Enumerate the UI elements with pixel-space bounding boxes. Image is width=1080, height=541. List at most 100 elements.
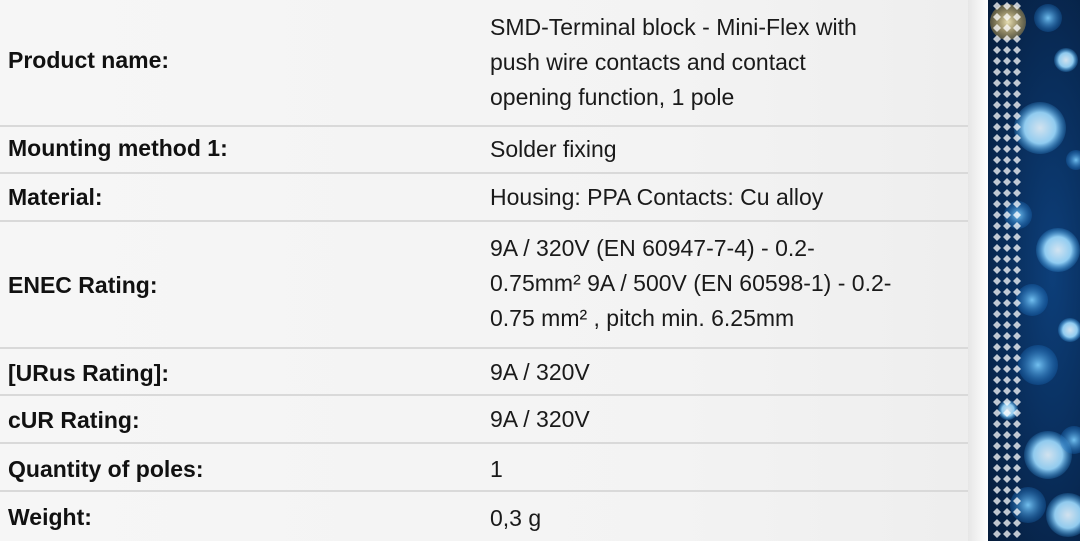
row-label: ENEC Rating: bbox=[8, 272, 158, 298]
diamond-pattern-mark bbox=[1013, 145, 1021, 153]
bokeh-dot bbox=[1034, 4, 1062, 32]
table-row: Material: Housing: PPA Contacts: Cu allo… bbox=[0, 174, 968, 222]
diamond-pattern-mark bbox=[993, 178, 1001, 186]
diamond-pattern-mark bbox=[1013, 156, 1021, 164]
diamond-pattern-mark bbox=[1003, 57, 1011, 65]
row-value: 9A / 320V bbox=[490, 355, 960, 390]
table-row: Weight: 0,3 g bbox=[0, 492, 968, 541]
diamond-pattern-mark bbox=[1003, 365, 1011, 373]
diamond-pattern-mark bbox=[993, 255, 1001, 263]
diamond-pattern-mark bbox=[993, 266, 1001, 274]
diamond-pattern-mark bbox=[993, 288, 1001, 296]
table-row: Quantity of poles: 1 bbox=[0, 444, 968, 492]
diamond-pattern-mark bbox=[1013, 79, 1021, 87]
value-line: Housing: PPA Contacts: Cu alloy bbox=[490, 184, 824, 210]
diamond-pattern-mark bbox=[993, 464, 1001, 472]
diamond-pattern-mark bbox=[1003, 530, 1011, 538]
value-line: 0.75mm² 9A / 500V (EN 60598-1) - 0.2- bbox=[490, 270, 892, 296]
row-value: 1 bbox=[490, 452, 960, 487]
bokeh-dot bbox=[1016, 284, 1048, 316]
diamond-pattern-mark bbox=[1013, 277, 1021, 285]
diamond-pattern-mark bbox=[993, 343, 1001, 351]
diamond-pattern-mark bbox=[1003, 145, 1011, 153]
row-value: 0,3 g bbox=[490, 501, 960, 536]
bokeh-dot bbox=[1036, 228, 1080, 272]
diamond-pattern-mark bbox=[993, 134, 1001, 142]
diamond-pattern-mark bbox=[993, 145, 1001, 153]
page-edge bbox=[968, 0, 988, 541]
row-label: Weight: bbox=[8, 504, 92, 530]
diamond-pattern-mark bbox=[1003, 420, 1011, 428]
bokeh-decoration bbox=[990, 2, 1080, 538]
diamond-pattern-mark bbox=[1003, 101, 1011, 109]
diamond-pattern-mark bbox=[993, 211, 1001, 219]
bokeh-dot bbox=[1014, 102, 1066, 154]
diamond-pattern-mark bbox=[1003, 519, 1011, 527]
row-value: 9A / 320V bbox=[490, 402, 960, 437]
diamond-pattern-mark bbox=[1003, 475, 1011, 483]
diamond-pattern-mark bbox=[1013, 387, 1021, 395]
diamond-pattern-mark bbox=[993, 189, 1001, 197]
diamond-pattern-mark bbox=[1003, 354, 1011, 362]
diamond-pattern-mark bbox=[1003, 288, 1011, 296]
diamond-pattern-mark bbox=[993, 475, 1001, 483]
diamond-pattern-mark bbox=[993, 321, 1001, 329]
diamond-pattern-mark bbox=[993, 508, 1001, 516]
value-line: push wire contacts and contact bbox=[490, 49, 806, 75]
diamond-pattern-mark bbox=[993, 497, 1001, 505]
diamond-pattern-mark bbox=[993, 156, 1001, 164]
diamond-pattern-mark bbox=[1003, 68, 1011, 76]
diamond-pattern-mark bbox=[1003, 310, 1011, 318]
diamond-pattern-mark bbox=[1003, 134, 1011, 142]
diamond-pattern-mark bbox=[1003, 321, 1011, 329]
row-label: Mounting method 1: bbox=[8, 135, 228, 161]
row-value: Housing: PPA Contacts: Cu alloy bbox=[490, 180, 960, 215]
row-label: Product name: bbox=[8, 47, 170, 73]
diamond-pattern-mark bbox=[1003, 387, 1011, 395]
diamond-pattern-mark bbox=[1003, 508, 1011, 516]
row-value: SMD-Terminal block - Mini-Flex with push… bbox=[490, 10, 960, 115]
diamond-pattern-mark bbox=[993, 101, 1001, 109]
diamond-pattern-mark bbox=[1003, 167, 1011, 175]
diamond-pattern-mark bbox=[1003, 156, 1011, 164]
diamond-pattern-mark bbox=[1013, 266, 1021, 274]
diamond-pattern-mark bbox=[993, 453, 1001, 461]
diamond-pattern-mark bbox=[1013, 530, 1021, 538]
diamond-pattern-mark bbox=[1013, 167, 1021, 175]
table-row: [URus Rating]: 9A / 320V bbox=[0, 349, 968, 396]
diamond-pattern-mark bbox=[1013, 90, 1021, 98]
diamond-pattern-mark bbox=[1003, 497, 1011, 505]
table-row: Mounting method 1: Solder fixing bbox=[0, 127, 968, 174]
diamond-pattern-mark bbox=[993, 299, 1001, 307]
diamond-pattern-mark bbox=[1003, 277, 1011, 285]
diamond-pattern-mark bbox=[993, 530, 1001, 538]
diamond-pattern-mark bbox=[993, 387, 1001, 395]
diamond-pattern-mark bbox=[993, 354, 1001, 362]
diamond-pattern-mark bbox=[993, 420, 1001, 428]
value-line: Solder fixing bbox=[490, 136, 617, 162]
row-value: 9A / 320V (EN 60947-7-4) - 0.2- 0.75mm² … bbox=[490, 231, 960, 336]
diamond-pattern-mark bbox=[993, 519, 1001, 527]
diamond-pattern-mark bbox=[1013, 420, 1021, 428]
diamond-pattern-mark bbox=[993, 57, 1001, 65]
diamond-pattern-mark bbox=[1013, 376, 1021, 384]
bokeh-dot bbox=[1054, 48, 1078, 72]
table-row: ENEC Rating: 9A / 320V (EN 60947-7-4) - … bbox=[0, 222, 968, 349]
value-line: 9A / 320V bbox=[490, 406, 590, 432]
diamond-pattern-mark bbox=[1003, 431, 1011, 439]
diamond-pattern-mark bbox=[1013, 475, 1021, 483]
value-line: opening function, 1 pole bbox=[490, 84, 735, 110]
row-label: cUR Rating: bbox=[8, 407, 140, 433]
diamond-pattern-mark bbox=[1003, 464, 1011, 472]
diamond-pattern-mark bbox=[1003, 266, 1011, 274]
diamond-pattern-mark bbox=[993, 90, 1001, 98]
table-row: Product name: SMD-Terminal block - Mini-… bbox=[0, 0, 968, 127]
value-line: 9A / 320V bbox=[490, 359, 590, 385]
diamond-pattern-mark bbox=[993, 222, 1001, 230]
row-label: Quantity of poles: bbox=[8, 456, 204, 482]
diamond-pattern-mark bbox=[1013, 57, 1021, 65]
diamond-pattern-mark bbox=[1013, 189, 1021, 197]
bokeh-dot bbox=[1066, 150, 1080, 170]
value-line: 0.75 mm² , pitch min. 6.25mm bbox=[490, 305, 795, 331]
bokeh-dot bbox=[990, 4, 1026, 40]
